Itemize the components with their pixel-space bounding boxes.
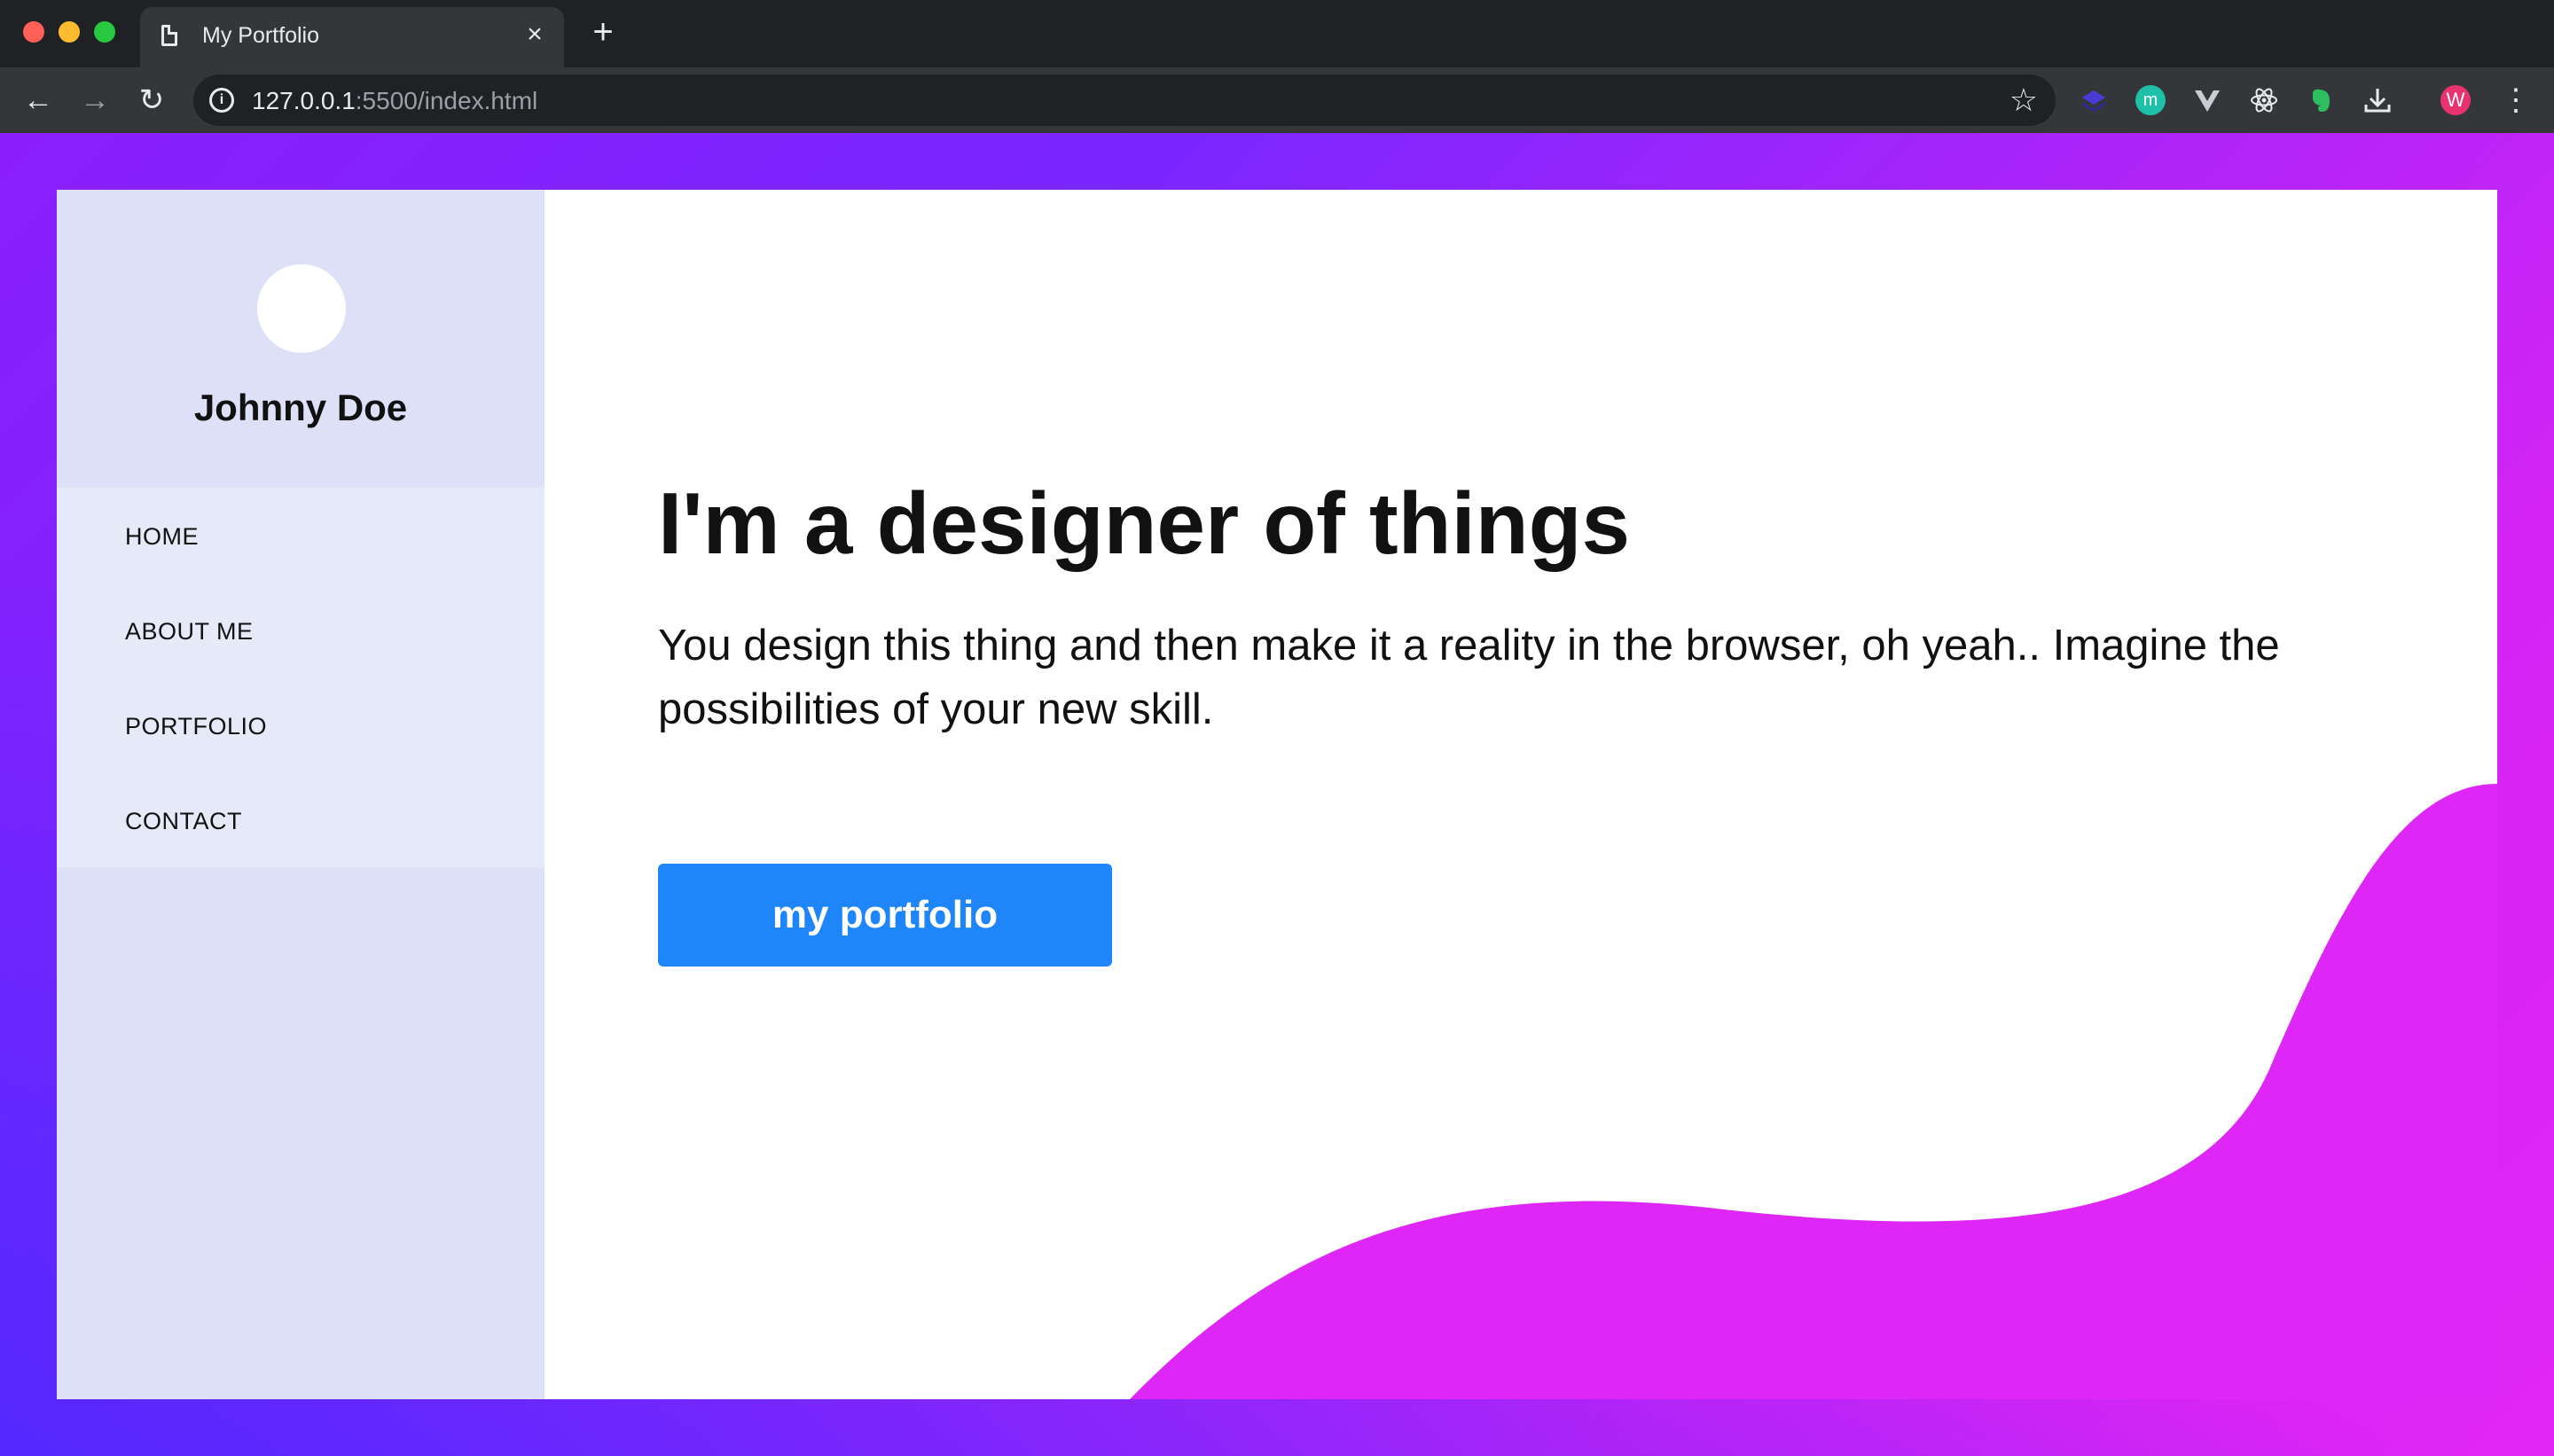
document-icon [161,25,177,46]
browser-tab[interactable]: My Portfolio × [140,7,564,67]
download-icon[interactable] [2362,85,2393,115]
url-host: 127.0.0.1 [252,87,356,114]
nav-item-portfolio[interactable]: PORTFOLIO [125,713,267,740]
close-tab-icon[interactable]: × [520,20,550,50]
vue-icon[interactable] [2192,85,2222,115]
layers-icon[interactable] [2079,85,2109,115]
sidebar-nav: HOME ABOUT ME PORTFOLIO CONTACT [57,488,544,867]
back-button[interactable]: ← [20,82,57,119]
new-tab-button[interactable]: + [585,14,621,50]
my-portfolio-button[interactable]: my portfolio [658,864,1112,967]
browser-toolbar: ← → ↻ i 127.0.0.1:5500/index.html ☆ m W … [0,67,2554,133]
avatar [257,264,346,353]
browser-menu-icon[interactable]: ⋮ [2501,82,2531,119]
browser-tab-bar: My Portfolio × + [0,0,2554,67]
tab-title: My Portfolio [202,23,319,48]
info-icon[interactable]: i [209,88,234,113]
reload-button[interactable]: ↻ [133,82,170,119]
url-text[interactable]: 127.0.0.1:5500/index.html [252,87,537,115]
portfolio-card: Johnny Doe HOME ABOUT ME PORTFOLIO CONTA… [57,190,2497,1399]
maximize-window-button[interactable] [94,21,115,43]
address-bar[interactable]: i 127.0.0.1:5500/index.html ☆ [193,74,2056,126]
nav-item-about-me[interactable]: ABOUT ME [125,618,254,646]
react-icon[interactable] [2249,85,2279,115]
minimize-window-button[interactable] [59,21,80,43]
decorative-wave [1130,784,2497,1399]
forward-button[interactable]: → [76,82,114,119]
profile-name: Johnny Doe [193,387,408,428]
page-viewport: Johnny Doe HOME ABOUT ME PORTFOLIO CONTA… [0,133,2554,1456]
evernote-icon[interactable] [2306,85,2336,115]
hero-headline: I'm a designer of things [658,474,1630,572]
hero-section: I'm a designer of things You design this… [544,190,2497,1399]
hero-subtitle: You design this thing and then make it a… [658,622,2280,733]
profile-avatar[interactable]: W [2440,85,2471,115]
m-icon[interactable]: m [2135,85,2166,115]
sidebar: Johnny Doe HOME ABOUT ME PORTFOLIO CONTA… [57,190,544,1399]
bookmark-star-icon[interactable]: ☆ [2010,82,2038,119]
close-window-button[interactable] [23,21,44,43]
nav-item-home[interactable]: HOME [125,523,199,551]
url-path: :5500/index.html [355,87,538,114]
nav-item-contact[interactable]: CONTACT [125,808,242,835]
